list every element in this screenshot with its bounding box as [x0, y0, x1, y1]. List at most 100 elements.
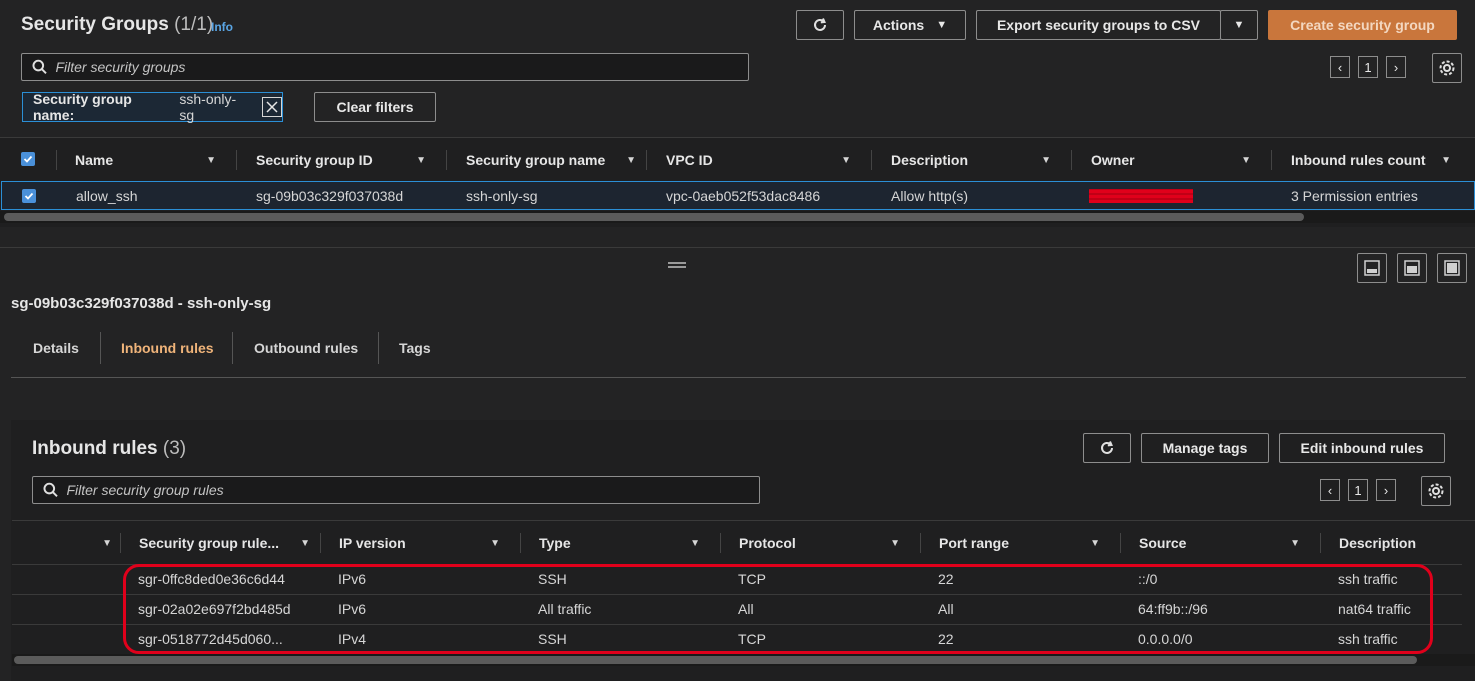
sort-caret-icon: ▼ [1290, 537, 1300, 549]
col-ip-version-label: IP version [339, 535, 406, 551]
cell-name: allow_ssh [76, 188, 138, 204]
resize-handle-icon[interactable] [668, 262, 686, 268]
col-divider [720, 533, 721, 553]
tab-tags[interactable]: Tags [399, 340, 431, 356]
col-header-vpc[interactable]: VPC ID ▼ [646, 138, 871, 182]
page-number[interactable]: 1 [1348, 479, 1368, 501]
actions-button[interactable]: Actions ▼ [854, 10, 966, 40]
scrollbar-thumb[interactable] [4, 213, 1304, 221]
col-header-port-range[interactable]: Port range ▼ [920, 521, 1120, 565]
chevron-left-icon: ‹ [1327, 482, 1333, 498]
sg-title: Security Groups (1/1) [21, 14, 213, 36]
create-label: Create security group [1290, 17, 1435, 33]
col-header-description[interactable]: Description [1320, 521, 1475, 565]
refresh-button[interactable] [796, 10, 844, 40]
col-rule-id-label: Security group rule... [139, 535, 280, 551]
rules-table-scrollbar[interactable] [12, 654, 1475, 666]
caret-down-icon: ▼ [936, 19, 948, 31]
select-all-checkbox[interactable] [21, 152, 35, 166]
export-csv-button[interactable]: Export security groups to CSV [976, 10, 1221, 40]
scrollbar-thumb[interactable] [14, 656, 1417, 664]
detail-tabs: Details Inbound rules Outbound rules Tag… [11, 330, 1466, 378]
col-header-owner[interactable]: Owner ▼ [1071, 138, 1271, 182]
col-header-description[interactable]: Description ▼ [871, 138, 1071, 182]
sg-table-row[interactable]: allow_ssh sg-09b03c329f037038d ssh-only-… [1, 181, 1475, 210]
highlight-annotation [123, 564, 1433, 654]
chevron-left-icon: ‹ [1337, 59, 1343, 75]
sg-settings-button[interactable] [1432, 53, 1462, 83]
next-page-button[interactable]: › [1376, 479, 1396, 501]
export-dropdown-button[interactable]: ▼ [1220, 10, 1258, 40]
search-icon [32, 59, 47, 74]
col-divider [236, 150, 237, 170]
tab-divider [378, 332, 379, 364]
clear-filters-label: Clear filters [336, 99, 414, 115]
sg-table-scrollbar[interactable] [0, 211, 1475, 223]
col-divider [920, 533, 921, 553]
col-divider [1271, 150, 1272, 170]
actions-label: Actions [872, 17, 925, 33]
prev-page-button[interactable]: ‹ [1330, 56, 1350, 78]
col-protocol-label: Protocol [739, 535, 796, 551]
close-icon [266, 101, 278, 113]
rules-search[interactable] [32, 476, 760, 504]
col-header-name[interactable]: Name ▼ [56, 138, 236, 182]
col-divider [871, 150, 872, 170]
clear-filters-button[interactable]: Clear filters [314, 92, 436, 122]
sort-caret-icon: ▼ [841, 154, 851, 166]
col-divider [1320, 533, 1321, 553]
gear-icon [1428, 483, 1444, 499]
col-header-sg-id[interactable]: Security group ID ▼ [236, 138, 446, 182]
page-number[interactable]: 1 [1358, 56, 1378, 78]
split-divider [0, 247, 1475, 248]
col-divider [646, 150, 647, 170]
col-name-label: Name [75, 152, 114, 168]
sort-caret-icon: ▼ [1090, 537, 1100, 549]
remove-filter-button[interactable] [262, 97, 283, 117]
sg-search-input[interactable] [55, 59, 748, 75]
row-checkbox[interactable] [22, 189, 36, 203]
split-view-full-button[interactable] [1437, 253, 1467, 283]
cell-sg-id[interactable]: sg-09b03c329f037038d [256, 182, 403, 210]
sort-caret-icon: ▼ [1241, 154, 1251, 166]
tab-inbound-rules[interactable]: Inbound rules [121, 340, 214, 356]
col-header-ip-version[interactable]: IP version ▼ [320, 521, 520, 565]
col-header-type[interactable]: Type ▼ [520, 521, 720, 565]
prev-page-button[interactable]: ‹ [1320, 479, 1340, 501]
col-divider [320, 533, 321, 553]
col-header-select[interactable]: ▼ [12, 521, 120, 565]
caret-down-icon: ▼ [1233, 19, 1245, 31]
next-page-button[interactable]: › [1386, 56, 1406, 78]
cell-vpc[interactable]: vpc-0aeb052f53dac8486 [666, 182, 820, 210]
split-view-bottom-button[interactable] [1357, 253, 1387, 283]
tab-outbound-rules[interactable]: Outbound rules [254, 340, 358, 356]
inbound-refresh-button[interactable] [1083, 433, 1131, 463]
info-link[interactable]: Info [211, 20, 233, 34]
detail-heading: sg-09b03c329f037038d - ssh-only-sg [11, 295, 272, 312]
rules-settings-button[interactable] [1421, 476, 1451, 506]
cell-sg-name: ssh-only-sg [466, 188, 538, 204]
tab-details[interactable]: Details [33, 340, 79, 356]
split-view-side-button[interactable] [1397, 253, 1427, 283]
export-label: Export security groups to CSV [996, 17, 1201, 33]
rules-search-input[interactable] [66, 482, 759, 498]
col-header-protocol[interactable]: Protocol ▼ [720, 521, 920, 565]
sort-caret-icon: ▼ [1041, 154, 1051, 166]
edit-inbound-rules-button[interactable]: Edit inbound rules [1279, 433, 1445, 463]
col-header-sg-name[interactable]: Security group name ▼ [446, 138, 646, 182]
sg-search[interactable] [21, 53, 749, 81]
chevron-right-icon: › [1393, 59, 1399, 75]
sg-table: Name ▼ Security group ID ▼ Security group … [0, 137, 1475, 227]
checkmark-icon [24, 192, 34, 200]
owner-redaction [1089, 189, 1193, 203]
manage-tags-label: Manage tags [1162, 440, 1248, 456]
col-header-rule-id[interactable]: Security group rule... ▼ [120, 521, 320, 565]
col-header-source[interactable]: Source ▼ [1120, 521, 1320, 565]
create-security-group-button[interactable]: Create security group [1268, 10, 1457, 40]
col-header-rules-count[interactable]: Inbound rules count ▼ [1271, 138, 1471, 182]
col-sg-name-label: Security group name [466, 152, 606, 168]
manage-tags-button[interactable]: Manage tags [1141, 433, 1269, 463]
col-rules-count-label: Inbound rules count [1291, 152, 1426, 168]
sort-caret-icon: ▼ [206, 154, 216, 166]
sg-title-text: Security Groups [21, 14, 169, 35]
